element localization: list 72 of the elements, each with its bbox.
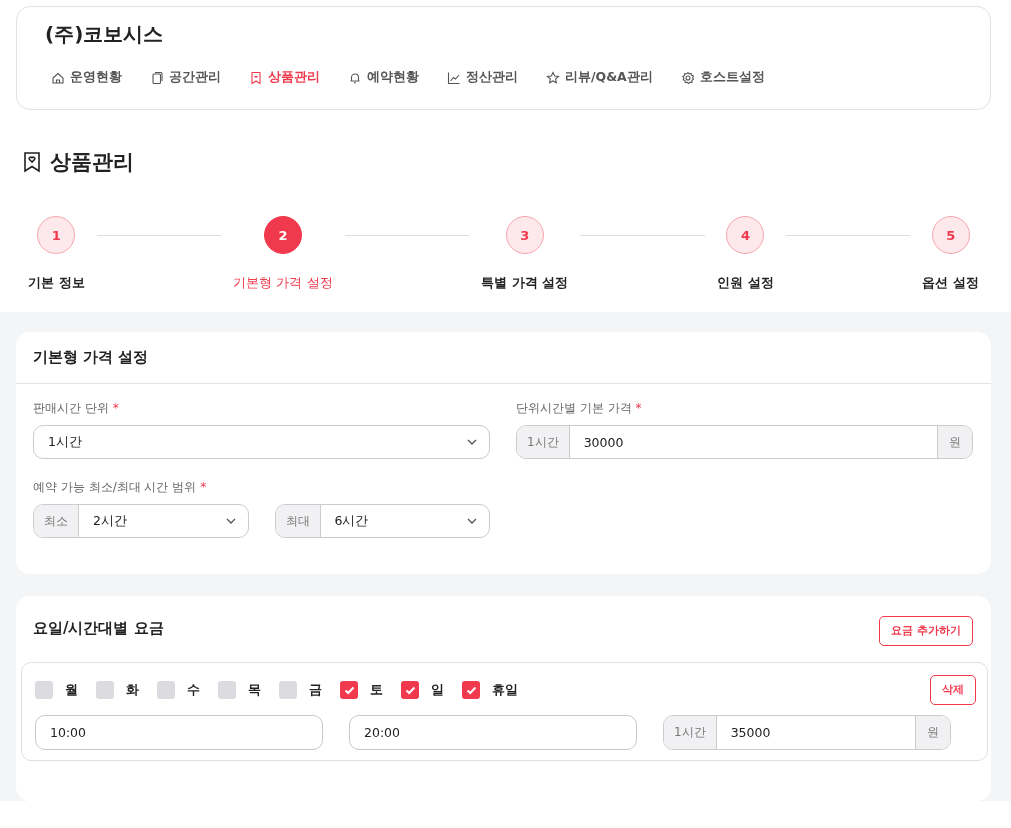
chevron-down-icon [467, 439, 477, 445]
field-label: 예약 가능 최소/최대 시간 범위 [33, 480, 197, 494]
start-time-field[interactable]: 10:00 [35, 715, 323, 750]
nav-tab[interactable]: 공간관리 [144, 60, 227, 95]
nav-tab[interactable]: 호스트설정 [674, 60, 771, 95]
day-label: 목 [248, 681, 261, 699]
required-mark: * [200, 480, 207, 494]
step-label: 특별 가격 설정 [481, 274, 569, 292]
end-time-field[interactable]: 20:00 [349, 715, 637, 750]
currency-addon: 원 [915, 716, 950, 749]
day-checkbox[interactable] [157, 681, 175, 699]
day-checkbox[interactable] [96, 681, 114, 699]
star-icon [546, 70, 560, 85]
nav-tab[interactable]: 리뷰/Q&A관리 [540, 60, 659, 95]
day-label: 토 [370, 681, 383, 699]
hours-select[interactable]: 최대 6시간 [274, 504, 490, 538]
step-label: 인원 설정 [717, 274, 774, 292]
currency-addon: 원 [937, 426, 972, 458]
day-checkbox[interactable] [279, 681, 297, 699]
bell-icon [348, 70, 362, 85]
day-label: 화 [126, 681, 139, 699]
checkmark-icon [465, 685, 477, 695]
required-mark: * [635, 401, 642, 415]
gear-icon [680, 70, 695, 85]
delete-button[interactable]: 삭제 [930, 675, 976, 705]
chevron-down-icon [467, 518, 477, 524]
step-number: 3 [505, 216, 544, 254]
step-number: 5 [931, 216, 970, 254]
range-addon: 최소 [34, 505, 79, 537]
step-label: 기본형 가격 설정 [233, 274, 333, 292]
pages-icon [150, 70, 164, 85]
required-mark: * [112, 401, 119, 415]
page-title: 상품관리 [50, 149, 134, 176]
chart-icon [447, 70, 461, 85]
step-number: 2 [263, 216, 302, 254]
chevron-down-icon [225, 518, 236, 524]
checkmark-icon [404, 685, 416, 695]
step-number: 1 [37, 216, 76, 254]
nav-tab[interactable]: 정산관리 [441, 60, 524, 95]
nav-tab[interactable]: 운영현황 [45, 60, 128, 95]
section-title: 요일/시간대별 요금 [33, 618, 164, 638]
checkmark-icon [343, 685, 355, 695]
range-addon: 최대 [275, 505, 321, 537]
day-label: 수 [187, 681, 200, 699]
nav-tab[interactable]: 예약현황 [342, 60, 425, 95]
section-title: 기본형 가격 설정 [33, 348, 149, 367]
step-number: 4 [726, 216, 765, 254]
day-label: 휴일 [492, 681, 518, 699]
day-checkbox[interactable] [401, 681, 419, 699]
day-checkbox[interactable] [462, 681, 480, 699]
bookmark-icon [249, 70, 263, 85]
day-checkbox[interactable] [35, 681, 53, 699]
field-label: 단위시간별 기본 가격 [516, 401, 632, 415]
step-label: 옵션 설정 [922, 274, 979, 292]
company-name: (주)코보시스 [45, 21, 165, 48]
unit-select[interactable]: 1시간 [33, 425, 490, 459]
day-label: 금 [309, 681, 322, 699]
bookmark-icon [22, 151, 42, 173]
house-icon [51, 70, 65, 85]
step-label: 기본 정보 [28, 274, 85, 292]
day-label: 일 [431, 681, 444, 699]
day-checkbox[interactable] [218, 681, 236, 699]
price-field[interactable]: 1시간 35000 원 [663, 715, 951, 750]
price-field[interactable]: 1시간 30000 원 [516, 425, 973, 459]
day-checkbox[interactable] [340, 681, 358, 699]
unit-addon: 1시간 [517, 426, 570, 458]
unit-addon: 1시간 [664, 716, 717, 749]
add-rate-button[interactable]: 요금 추가하기 [879, 616, 973, 646]
hours-select[interactable]: 최소 2시간 [33, 504, 249, 538]
day-label: 월 [65, 681, 78, 699]
field-label: 판매시간 단위 [33, 401, 109, 415]
nav-tab[interactable]: 상품관리 [243, 60, 326, 95]
